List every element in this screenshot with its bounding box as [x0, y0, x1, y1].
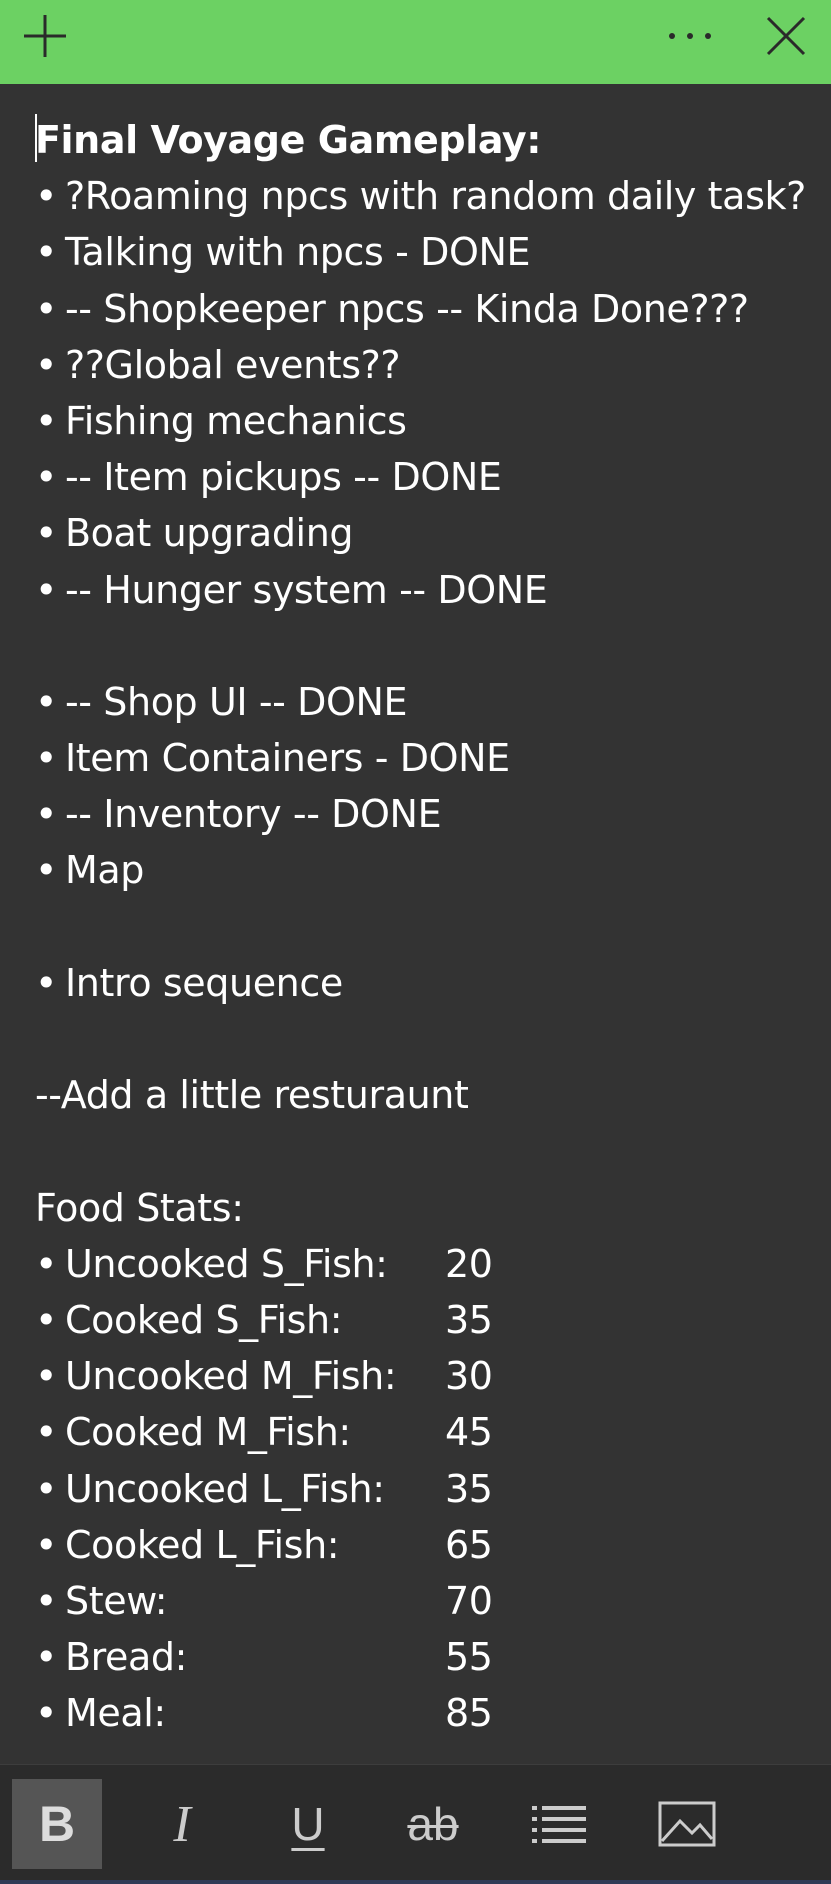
stat-row: • Stew: 70 [35, 1578, 493, 1623]
stats-heading: Food Stats: [35, 1185, 244, 1230]
new-note-button[interactable] [10, 0, 80, 72]
underline-button[interactable]: U [263, 1779, 353, 1869]
bullet-list-button[interactable] [514, 1779, 604, 1869]
list-item: • ??Global events?? [35, 342, 401, 387]
list-item: • Map [35, 848, 144, 893]
close-icon [766, 16, 806, 56]
sticky-note-window: Final Voyage Gameplay: • ?Roaming npcs wi… [0, 0, 831, 1884]
stat-row: • Uncooked M_Fish: 30 [35, 1354, 493, 1399]
underline-icon: U [291, 1798, 325, 1850]
list-item: • Fishing mechanics [35, 398, 407, 443]
stat-row: • Cooked S_Fish: 35 [35, 1297, 493, 1342]
strikethrough-button[interactable]: ab [388, 1779, 478, 1869]
menu-button[interactable] [655, 0, 725, 72]
note-editor[interactable]: Final Voyage Gameplay: • ?Roaming npcs wi… [35, 112, 815, 1752]
close-button[interactable] [751, 0, 821, 72]
stat-row: • Meal: 85 [35, 1691, 493, 1736]
list-item: • Talking with npcs - DONE [35, 230, 531, 275]
list-item: • -- Item pickups -- DONE [35, 455, 502, 500]
list-item: • Boat upgrading [35, 511, 354, 556]
note-title: Final Voyage Gameplay: [35, 118, 542, 162]
image-icon [658, 1801, 716, 1847]
bottom-edge [0, 1880, 831, 1884]
italic-icon: I [173, 1795, 191, 1853]
bulleted-list-icon [532, 1806, 586, 1843]
list-item: • -- Inventory -- DONE [35, 792, 442, 837]
italic-button[interactable]: I [137, 1779, 227, 1869]
list-item: • -- Hunger system -- DONE [35, 567, 548, 612]
stat-row: • Uncooked S_Fish: 20 [35, 1241, 493, 1286]
stat-row: • Cooked L_Fish: 65 [35, 1522, 493, 1567]
title-bar [0, 0, 831, 84]
note-line: --Add a little resturaunt [35, 1073, 469, 1118]
list-item: • -- Shop UI -- DONE [35, 679, 408, 724]
list-item: • -- Shopkeeper npcs -- Kinda Done??? [35, 286, 749, 331]
plus-icon [24, 15, 66, 57]
bold-icon: B [38, 1796, 76, 1852]
bold-button[interactable]: B [12, 1779, 102, 1869]
list-item: • Item Containers - DONE [35, 736, 510, 781]
ellipsis-icon [669, 33, 711, 39]
strikethrough-icon: ab [407, 1798, 459, 1850]
list-item: • ?Roaming npcs with random daily task? [35, 174, 806, 219]
insert-image-button[interactable] [642, 1779, 732, 1869]
stat-row: • Bread: 55 [35, 1635, 493, 1680]
formatting-toolbar: B I U ab [0, 1764, 831, 1884]
stat-row: • Uncooked L_Fish: 35 [35, 1466, 493, 1511]
stat-row: • Cooked M_Fish: 45 [35, 1410, 493, 1455]
list-item: • Intro sequence [35, 960, 343, 1005]
